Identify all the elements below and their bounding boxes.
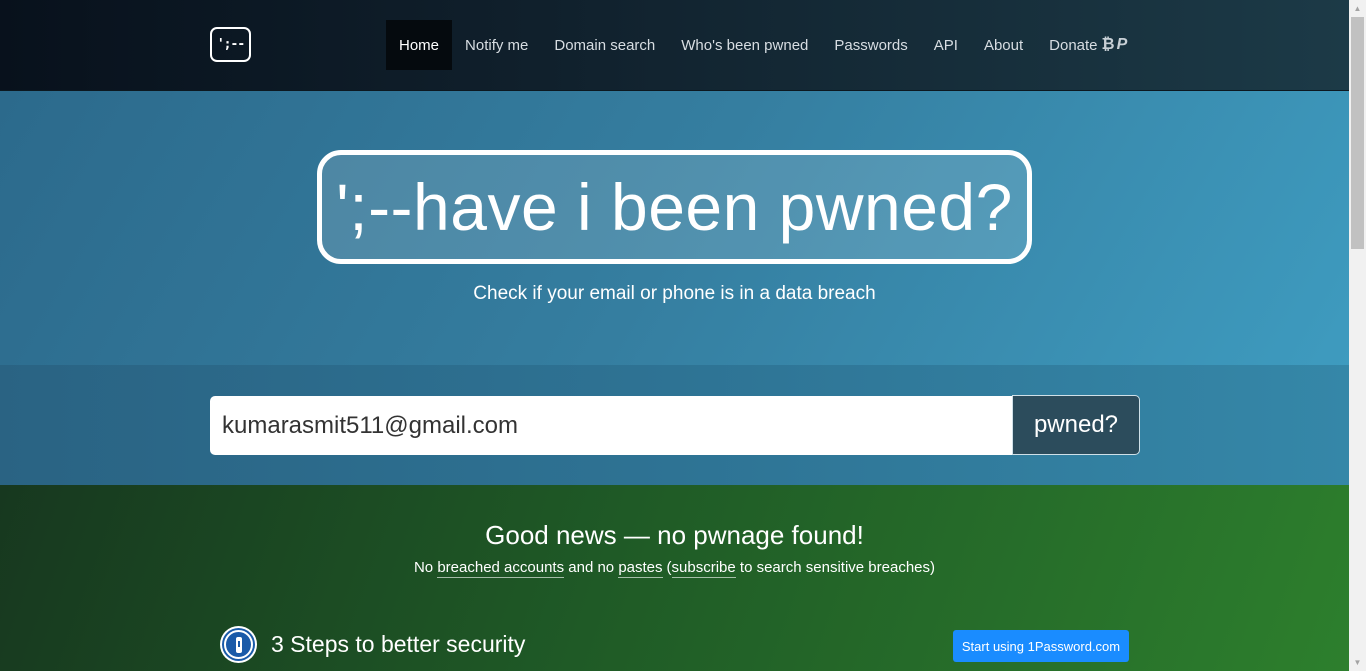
subscribe-link[interactable]: subscribe xyxy=(671,559,736,578)
hero-section: ';--have i been pwned? Check if your ema… xyxy=(0,91,1349,365)
pastes-link[interactable]: pastes xyxy=(618,559,663,578)
bitcoin-icon: ₿ xyxy=(1101,36,1115,53)
result-sub-mid: and no xyxy=(568,559,615,576)
scroll-up-arrow-icon[interactable]: ▲ xyxy=(1349,0,1366,17)
nav-whos-been-pwned[interactable]: Who's been pwned xyxy=(668,20,821,70)
pwned-search-button[interactable]: pwned? xyxy=(1012,395,1140,455)
steps-title: 3 Steps to better security xyxy=(271,631,526,657)
nav-passwords[interactable]: Passwords xyxy=(821,20,920,70)
onepassword-icon xyxy=(220,626,257,663)
nav-donate-label: Donate xyxy=(1049,36,1098,54)
scroll-down-arrow-icon[interactable]: ▼ xyxy=(1349,654,1366,671)
steps-row: 3 Steps to better security xyxy=(220,626,525,663)
donate-icons: ₿ P xyxy=(1102,36,1128,54)
nav-notify-me[interactable]: Notify me xyxy=(452,20,541,70)
hero-title: ';--have i been pwned? xyxy=(317,150,1032,264)
result-sub-paren: ( xyxy=(666,559,672,576)
result-title: Good news — no pwnage found! xyxy=(485,520,864,550)
result-sub-prefix: No xyxy=(413,559,434,576)
nav-api[interactable]: API xyxy=(921,20,971,70)
breached-accounts-link[interactable]: breached accounts xyxy=(437,559,565,578)
search-section: kumarasmit511@gmail.com pwned? xyxy=(0,365,1349,485)
start-1password-button[interactable]: Start using 1Password.com xyxy=(953,630,1129,662)
nav-home[interactable]: Home xyxy=(386,20,453,70)
nav-domain-search[interactable]: Domain search xyxy=(541,20,668,70)
main-nav: Home Notify me Domain search Who's been … xyxy=(386,20,1140,70)
nav-donate[interactable]: Donate ₿ P xyxy=(1036,20,1140,70)
result-subtitle: No breached accounts and no pastes (subsc… xyxy=(0,559,1349,578)
result-section: Good news — no pwnage found! No breached… xyxy=(0,485,1349,671)
page-scrollbar[interactable]: ▲ ▼ xyxy=(1349,0,1366,671)
result-sub-suffix: to search sensitive breaches) xyxy=(739,559,936,576)
nav-about[interactable]: About xyxy=(971,20,1036,70)
email-search-input[interactable]: kumarasmit511@gmail.com xyxy=(210,396,1013,455)
top-navbar: ';-- Home Notify me Domain search Who's … xyxy=(0,0,1349,91)
scroll-thumb[interactable] xyxy=(1351,17,1364,249)
hero-subtitle: Check if your email or phone is in a dat… xyxy=(473,283,876,304)
paypal-icon: P xyxy=(1116,36,1128,53)
site-logo[interactable]: ';-- xyxy=(210,27,251,62)
